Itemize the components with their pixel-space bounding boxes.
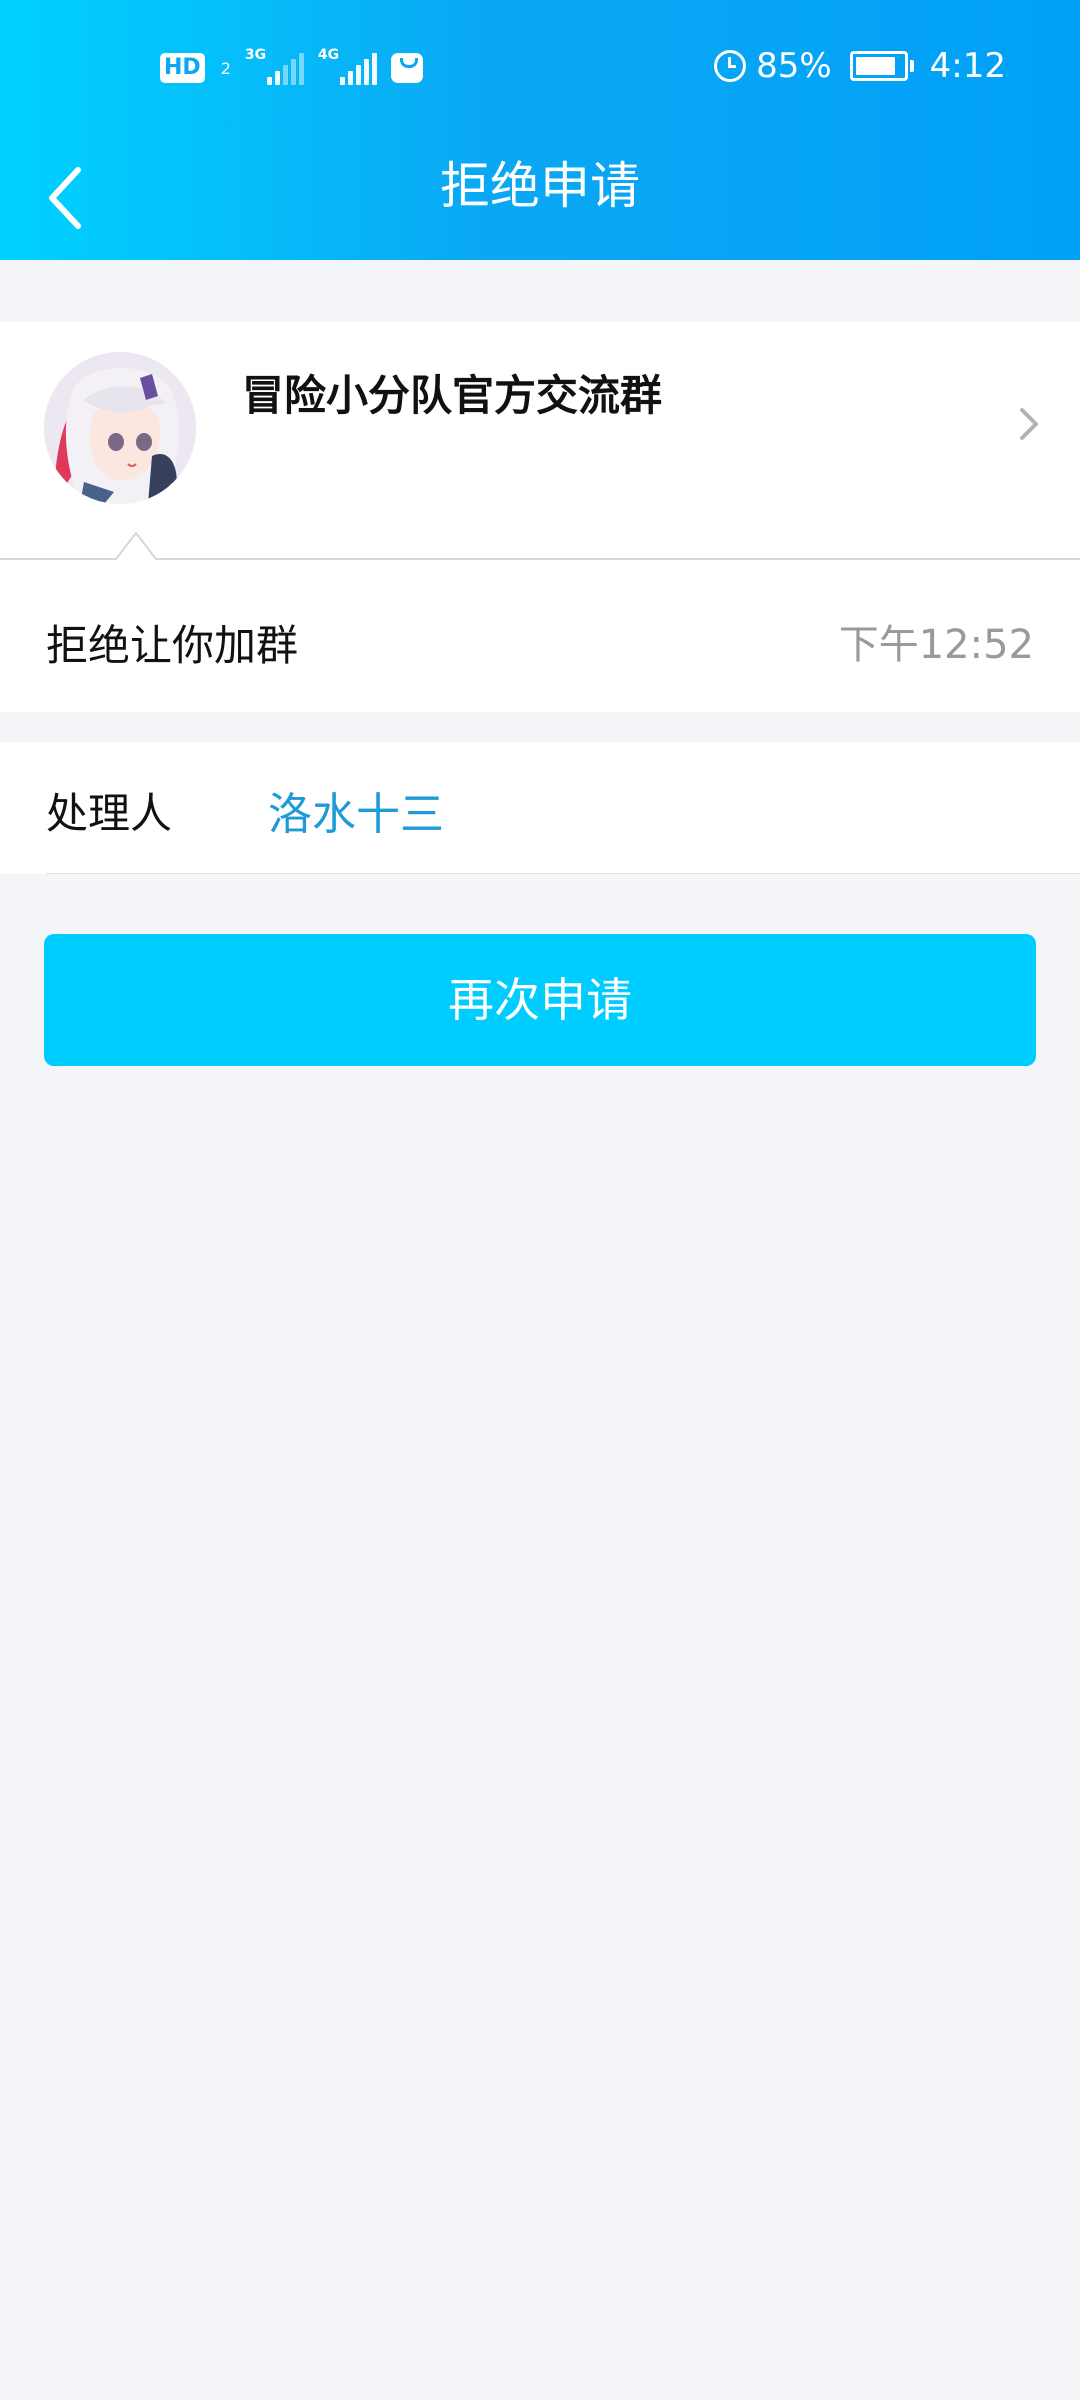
hd-label: HD <box>164 55 201 80</box>
battery-percent: 85% <box>756 46 832 86</box>
signal-4g-icon: 4G <box>318 47 377 85</box>
pointer-arrow-icon <box>116 531 156 560</box>
group-avatar[interactable] <box>44 352 196 504</box>
nav-bar: 拒绝申请 <box>0 136 1080 260</box>
battery-icon <box>849 51 914 81</box>
chevron-right-icon[interactable] <box>1014 402 1044 446</box>
group-name: 冒险小分队官方交流群 <box>242 371 663 420</box>
request-time: 下午12:52 <box>838 622 1034 668</box>
status-bar-left: HD 2 3G 4G <box>160 47 423 88</box>
handler-row: 处理人 洛水十三 <box>0 742 1080 874</box>
app-store-icon <box>390 53 423 83</box>
signal-3g-icon: 3G <box>245 47 304 85</box>
request-status-row: 拒绝让你加群 下午12:52 <box>0 560 1080 712</box>
request-status-text: 拒绝让你加群 <box>46 621 299 670</box>
page-title: 拒绝申请 <box>440 157 640 215</box>
network-3g-label: 3G <box>244 47 267 63</box>
network-4g-label: 4G <box>317 47 340 63</box>
header-bar: HD 2 3G 4G 85% 4:12 拒绝申请 <box>0 0 1080 260</box>
handler-name-link[interactable]: 洛水十三 <box>268 778 444 842</box>
anime-avatar-icon <box>44 352 196 504</box>
battery-fill <box>855 57 895 75</box>
handler-row-divider <box>46 873 1080 874</box>
alarm-icon <box>714 50 747 82</box>
clock-time: 4:12 <box>929 46 1006 86</box>
status-bar: HD 2 3G 4G 85% 4:12 <box>0 0 1080 136</box>
handler-label: 处理人 <box>46 789 173 838</box>
group-card[interactable]: 冒险小分队官方交流群 <box>0 322 1080 558</box>
hd-sub-label: 2 <box>220 58 231 78</box>
status-bar-right: 85% 4:12 <box>714 44 1006 88</box>
reapply-button[interactable]: 再次申请 <box>44 934 1036 1066</box>
hd-voice-icon: HD <box>160 53 205 83</box>
